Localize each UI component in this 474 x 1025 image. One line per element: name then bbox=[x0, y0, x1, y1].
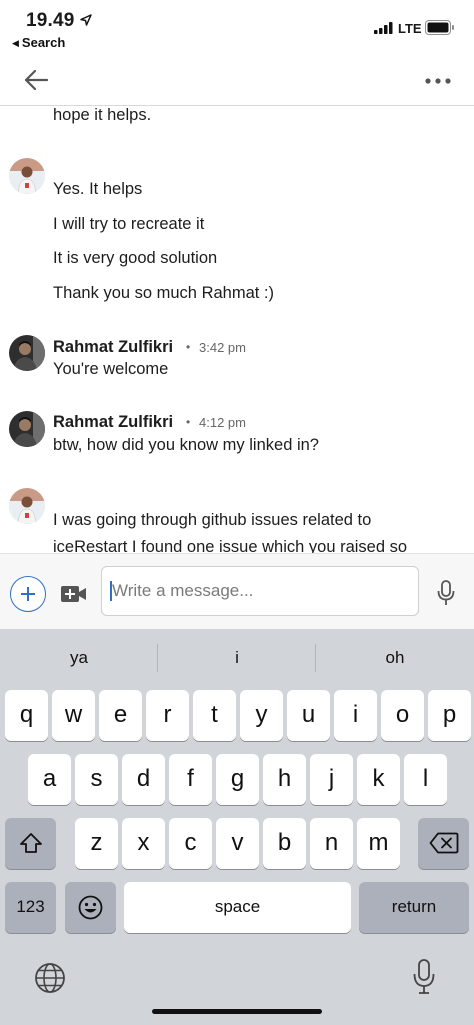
key-u[interactable]: u bbox=[287, 690, 330, 741]
message-input[interactable] bbox=[101, 566, 419, 616]
sender-name[interactable]: Rahmat Zulfikri bbox=[53, 338, 173, 357]
message-text: It is very good solution bbox=[53, 249, 218, 267]
key-p[interactable]: p bbox=[428, 690, 471, 741]
emoji-smile-icon bbox=[78, 895, 103, 920]
avatar[interactable] bbox=[9, 158, 45, 194]
shift-key[interactable] bbox=[5, 818, 56, 869]
message-list[interactable]: hope it helps. Yes. It helps I will try … bbox=[0, 106, 474, 553]
microphone-icon[interactable] bbox=[413, 959, 435, 995]
key-y[interactable]: y bbox=[240, 690, 283, 741]
key-n[interactable]: n bbox=[310, 818, 353, 869]
key-a[interactable]: a bbox=[28, 754, 71, 805]
key-c[interactable]: c bbox=[169, 818, 212, 869]
backspace-icon bbox=[429, 832, 459, 854]
keyboard: ya i oh q w e r t y u i o p a s d f g h … bbox=[0, 629, 474, 1025]
key-e[interactable]: e bbox=[99, 690, 142, 741]
back-app-label: Search bbox=[21, 35, 66, 50]
message-timestamp: 4:12 pm bbox=[199, 415, 246, 430]
avatar-self-icon bbox=[9, 158, 45, 194]
key-v[interactable]: v bbox=[216, 818, 259, 869]
emoji-key[interactable] bbox=[65, 882, 116, 933]
delete-key[interactable] bbox=[418, 818, 469, 869]
shift-arrow-icon bbox=[20, 833, 42, 853]
avatar-rahmat-icon bbox=[9, 335, 45, 371]
cell-signal-icon bbox=[374, 22, 393, 34]
location-arrow-icon bbox=[80, 14, 92, 26]
key-m[interactable]: m bbox=[357, 818, 400, 869]
key-w[interactable]: w bbox=[52, 690, 95, 741]
key-l[interactable]: l bbox=[404, 754, 447, 805]
back-triangle-icon: ◀ bbox=[12, 38, 19, 48]
message-text: I was going through github issues relate… bbox=[53, 511, 372, 529]
add-attachment-button[interactable] bbox=[10, 576, 46, 612]
message-text: iceRestart I found one issue which you r… bbox=[53, 538, 408, 553]
avatar[interactable] bbox=[9, 335, 45, 371]
microphone-icon[interactable] bbox=[437, 580, 455, 606]
globe-icon[interactable] bbox=[34, 962, 66, 994]
back-to-app-link[interactable]: ◀ Search bbox=[12, 35, 65, 50]
suggestion-bar: ya i oh bbox=[0, 629, 474, 686]
message-text: Thank you so much Rahmat :) bbox=[53, 284, 275, 302]
key-z[interactable]: z bbox=[75, 818, 118, 869]
separator-dot: • bbox=[186, 415, 191, 429]
message-text: I will try to recreate it bbox=[53, 215, 205, 233]
message-text: btw, how did you know my linked in? bbox=[53, 436, 319, 454]
key-k[interactable]: k bbox=[357, 754, 400, 805]
key-j[interactable]: j bbox=[310, 754, 353, 805]
compose-bar bbox=[0, 553, 474, 629]
separator-dot: • bbox=[186, 340, 191, 354]
avatar[interactable] bbox=[9, 488, 45, 524]
message-timestamp: 3:42 pm bbox=[199, 340, 246, 355]
avatar-self-icon bbox=[9, 488, 45, 524]
message-text: Yes. It helps bbox=[53, 180, 143, 198]
key-r[interactable]: r bbox=[146, 690, 189, 741]
video-camera-icon[interactable] bbox=[61, 584, 87, 604]
key-t[interactable]: t bbox=[193, 690, 236, 741]
plus-icon-vertical bbox=[27, 587, 29, 601]
suggestion-item[interactable]: oh bbox=[316, 629, 474, 686]
key-g[interactable]: g bbox=[216, 754, 259, 805]
return-key[interactable]: return bbox=[359, 882, 469, 933]
sender-name[interactable]: Rahmat Zulfikri bbox=[53, 413, 173, 432]
suggestion-item[interactable]: i bbox=[158, 629, 316, 686]
key-o[interactable]: o bbox=[381, 690, 424, 741]
status-bar: 19.49 ◀ Search LTE bbox=[0, 0, 474, 56]
avatar[interactable] bbox=[9, 411, 45, 447]
suggestion-item[interactable]: ya bbox=[0, 629, 158, 686]
key-f[interactable]: f bbox=[169, 754, 212, 805]
key-d[interactable]: d bbox=[122, 754, 165, 805]
message-text: You're welcome bbox=[53, 360, 169, 378]
avatar-rahmat-icon bbox=[9, 411, 45, 447]
key-h[interactable]: h bbox=[263, 754, 306, 805]
space-key[interactable]: space bbox=[124, 882, 351, 933]
numbers-key[interactable]: 123 bbox=[5, 882, 56, 933]
network-type: LTE bbox=[398, 21, 422, 36]
battery-icon bbox=[425, 20, 454, 35]
arrow-left-icon[interactable] bbox=[22, 66, 50, 94]
more-dots-icon[interactable] bbox=[424, 76, 452, 86]
key-b[interactable]: b bbox=[263, 818, 306, 869]
home-indicator bbox=[152, 1009, 322, 1014]
key-i[interactable]: i bbox=[334, 690, 377, 741]
key-s[interactable]: s bbox=[75, 754, 118, 805]
key-x[interactable]: x bbox=[122, 818, 165, 869]
status-time: 19.49 bbox=[26, 10, 75, 31]
text-caret bbox=[110, 581, 112, 601]
key-q[interactable]: q bbox=[5, 690, 48, 741]
conversation-header bbox=[0, 56, 474, 106]
message-text: hope it helps. bbox=[53, 106, 152, 124]
